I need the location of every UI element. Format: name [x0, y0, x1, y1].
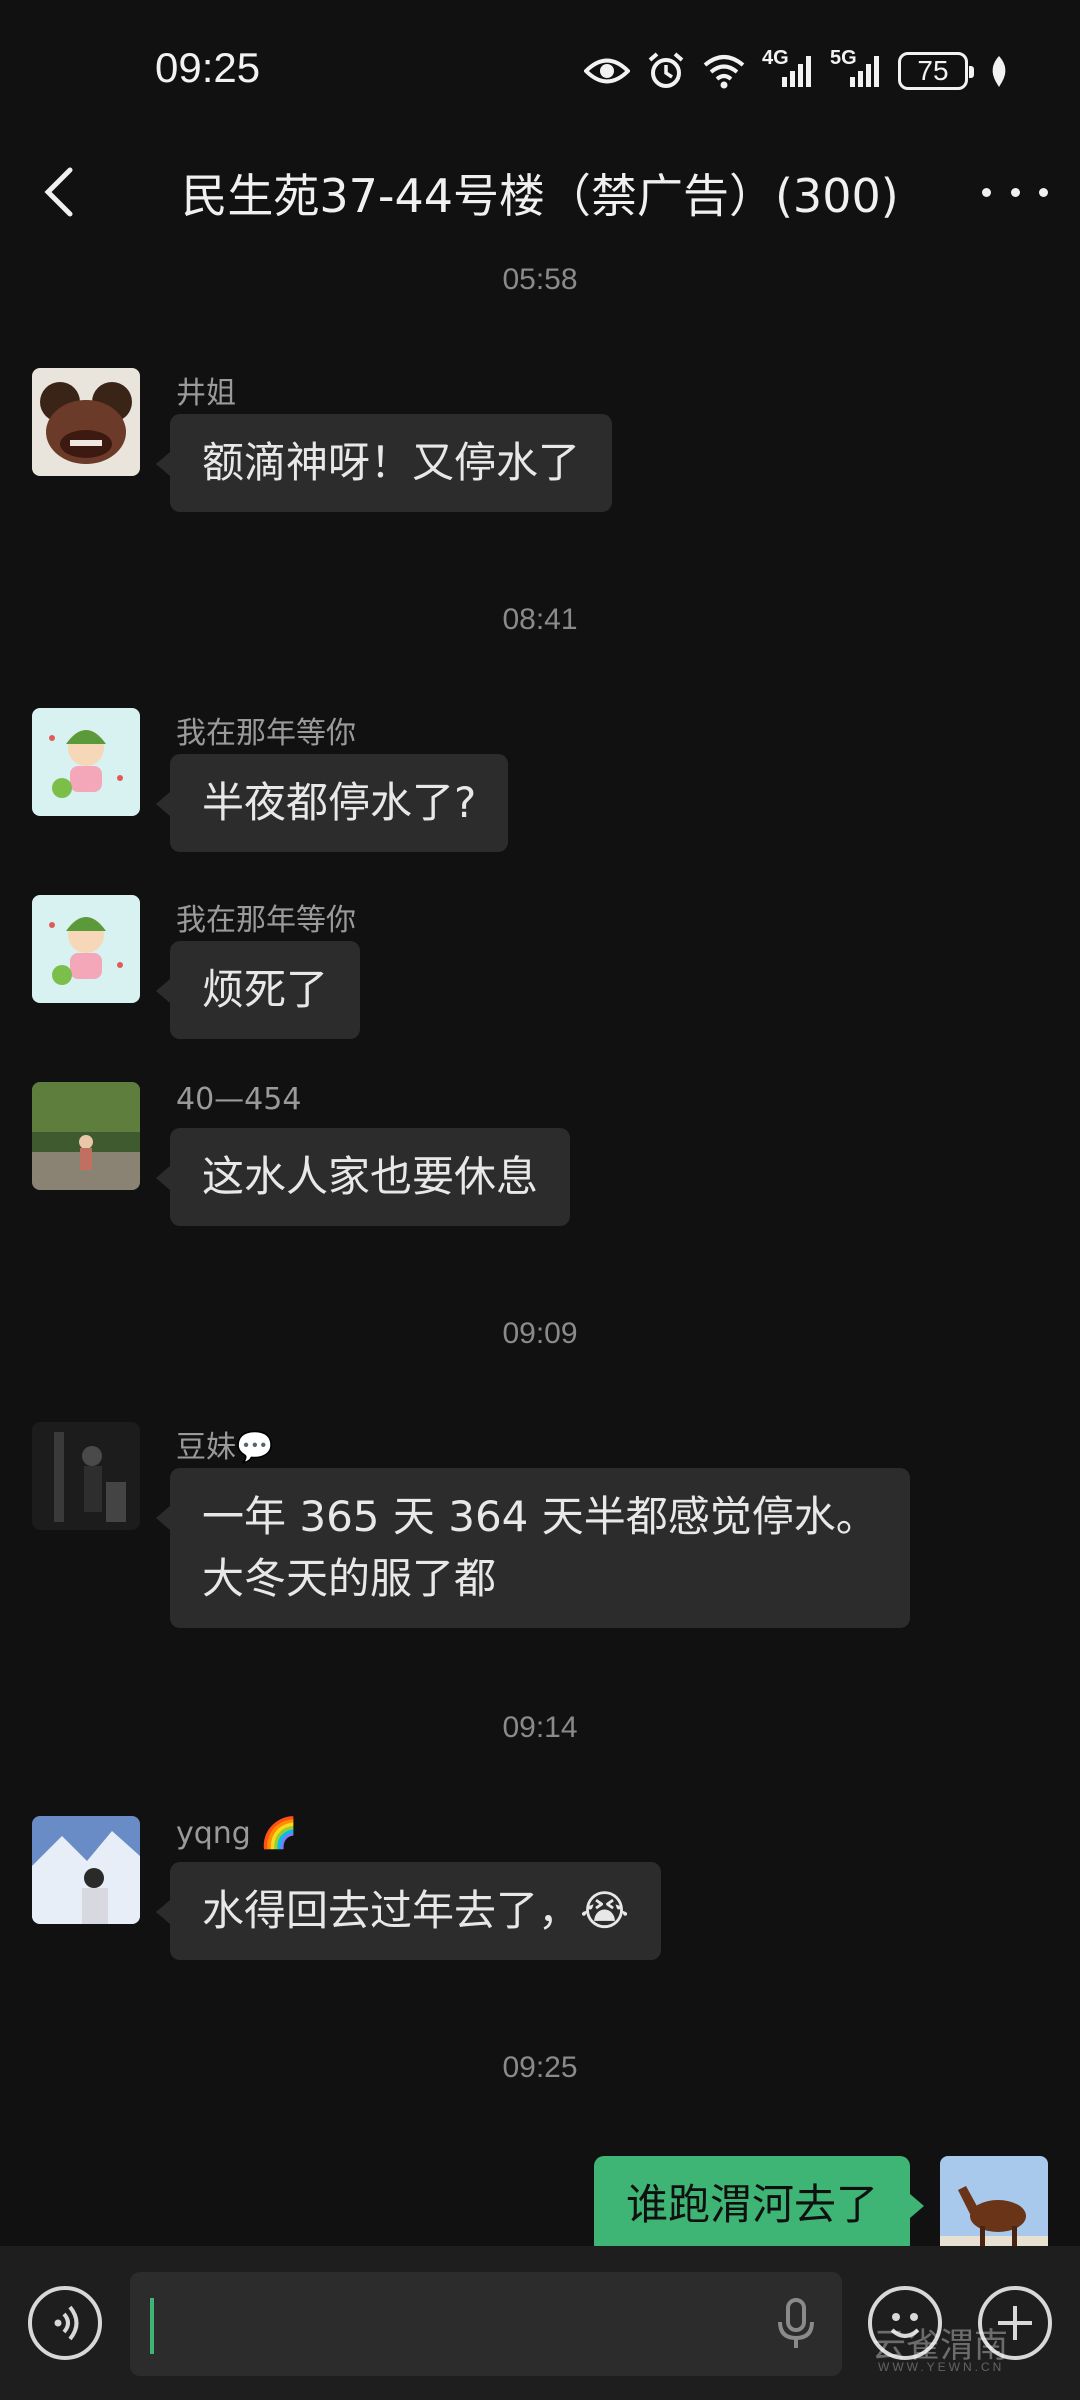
text-caret — [150, 2298, 154, 2354]
watermark-sub: WWW.YEWN.CN — [878, 2360, 1005, 2374]
leaf-icon — [988, 54, 1010, 88]
voice-mode-button[interactable] — [28, 2286, 102, 2360]
avatar[interactable] — [32, 1422, 140, 1530]
message-line: 一年 365 天 364 天半都感觉停水。 — [202, 1492, 878, 1541]
timestamp: 05:58 — [502, 263, 578, 296]
chat-title: 民生苑37-44号楼（禁广告）(300) — [181, 169, 899, 223]
network-4g-label: 4G — [762, 47, 789, 69]
more-options-button[interactable] — [982, 170, 1048, 214]
message-bubble[interactable]: 半夜都停水了? — [155, 754, 509, 852]
status-time: 09:25 — [155, 44, 261, 91]
timestamp: 09:09 — [502, 1317, 578, 1350]
sender-name: 我在那年等你 — [176, 903, 356, 938]
message-input[interactable] — [130, 2272, 842, 2376]
timestamp: 08:41 — [502, 603, 578, 636]
message-bubble[interactable]: 额滴神呀！又停水了 — [155, 414, 613, 512]
avatar[interactable] — [32, 708, 140, 816]
sender-name: 豆妹💬 — [176, 1430, 274, 1465]
sender-name: 40—454 — [176, 1082, 302, 1117]
wifi-icon — [702, 53, 746, 89]
avatar[interactable] — [32, 895, 140, 1003]
avatar[interactable] — [32, 368, 140, 476]
network-5g-label: 5G — [830, 47, 857, 69]
message-bubble-self[interactable]: 谁跑渭河去了 — [593, 2156, 925, 2254]
timestamp: 09:25 — [502, 2051, 578, 2084]
chat-header: 民生苑37-44号楼（禁广告）(300) — [0, 130, 1080, 255]
sender-name: 井姐 — [176, 376, 236, 411]
message-bubble[interactable]: 水得回去过年去了，😭 — [155, 1862, 662, 1960]
status-bar: 09:25 4G 5G 75 — [0, 0, 1080, 130]
avatar[interactable] — [32, 1082, 140, 1190]
timestamp: 09:14 — [502, 1711, 578, 1744]
avatar[interactable] — [32, 1816, 140, 1924]
eye-comfort-icon — [584, 56, 630, 86]
more-dots-icon — [982, 187, 991, 197]
status-icons: 4G 5G 75 — [584, 47, 1010, 94]
sender-name: yqng 🌈 — [176, 1816, 298, 1851]
message-bubble[interactable]: 一年 365 天 364 天半都感觉停水。 大冬天的服了都 — [156, 1468, 910, 1628]
battery-icon: 75 — [898, 52, 974, 90]
sender-name: 我在那年等你 — [176, 716, 356, 751]
alarm-icon — [646, 51, 686, 91]
microphone-icon[interactable] — [774, 2296, 818, 2352]
chevron-left-icon — [44, 167, 73, 217]
signal-4g-icon: 4G — [762, 47, 814, 89]
message-line: 大冬天的服了都 — [202, 1554, 497, 1603]
input-bar: 云雀渭南 WWW.YEWN.CN — [0, 2246, 1080, 2400]
back-button[interactable] — [32, 160, 92, 224]
signal-5g-icon: 5G — [830, 47, 882, 89]
voice-mode-icon — [54, 2305, 79, 2341]
message-bubble[interactable]: 这水人家也要休息 — [155, 1128, 571, 1226]
message-bubble[interactable]: 烦死了 — [155, 941, 361, 1039]
